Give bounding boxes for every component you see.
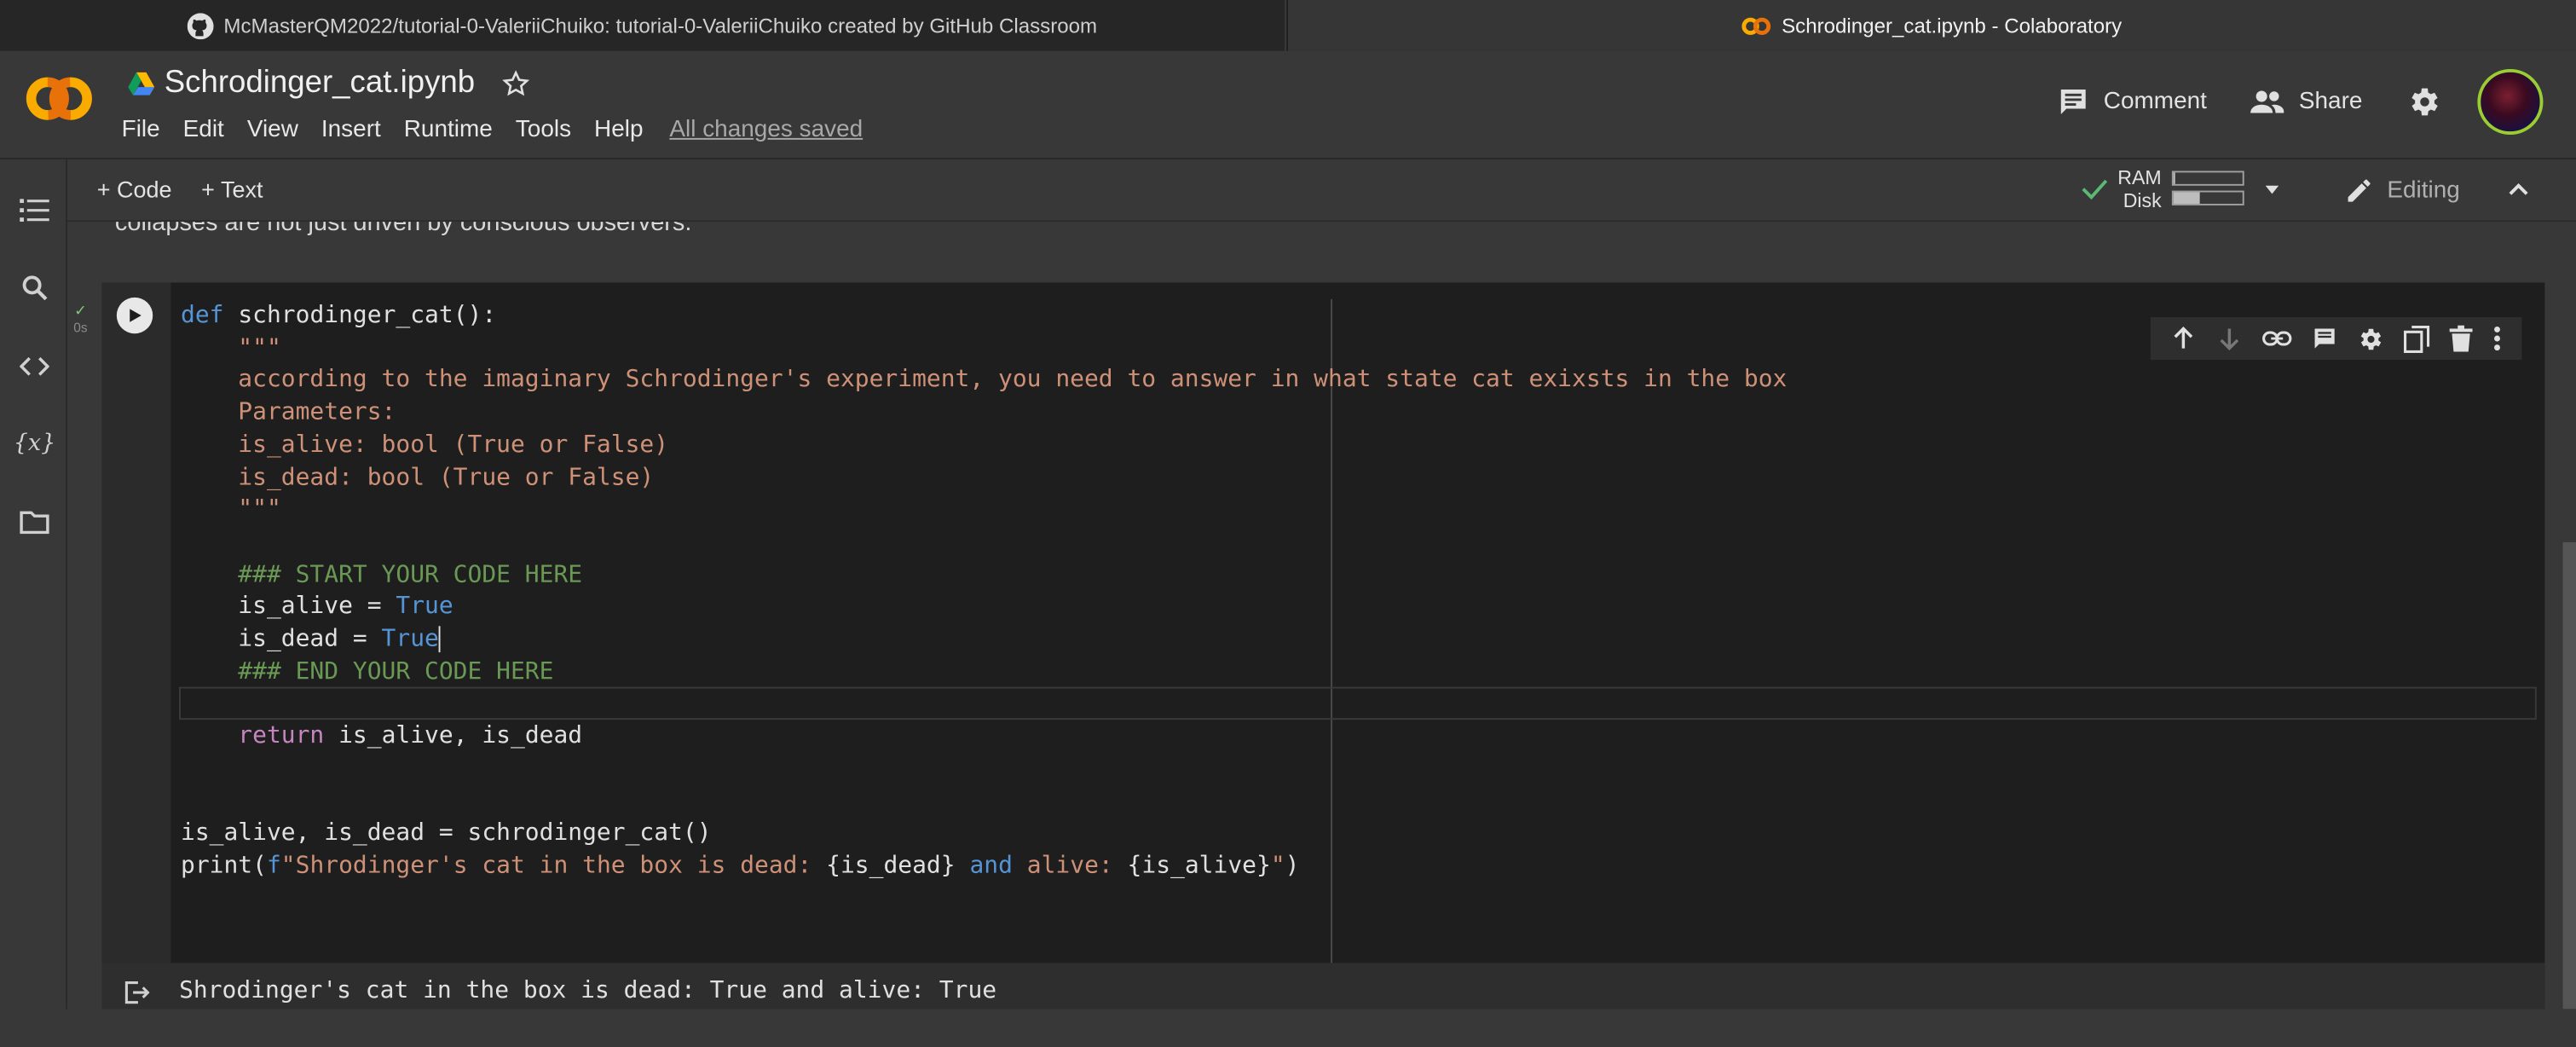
code-line: is_alive, is_dead = schrodinger_cat() [181,820,712,847]
move-up-icon[interactable] [2170,326,2197,352]
disk-usage-bar [2171,190,2244,205]
resources-indicator[interactable]: RAM Disk [2082,166,2283,212]
gear-icon [2411,88,2438,116]
settings-button[interactable] [2406,84,2455,119]
code-line: Parameters: [181,399,396,426]
tab-title: McMasterQM2022/tutorial-0-ValeriiChuiko:… [223,14,1098,38]
link-icon[interactable] [2261,326,2291,352]
run-cell-button[interactable] [116,297,153,334]
google-drive-icon[interactable] [128,72,155,95]
editing-label: Editing [2387,177,2460,204]
menu-runtime[interactable]: Runtime [404,117,493,143]
play-icon [130,309,142,322]
notebook-title[interactable]: Schrodinger_cat.ipynb [165,66,475,101]
chevron-up-icon [2509,183,2528,195]
gear-icon[interactable] [2357,325,2385,353]
notebook-content: collapses are not just driven by conscio… [67,222,2576,1009]
code-line: ### END YOUR CODE HERE [181,658,554,685]
editing-mode-button[interactable]: Editing [2344,176,2460,205]
collapse-header-button[interactable] [2505,176,2532,210]
code-line: return is_alive, is_dead [238,723,583,750]
add-code-button[interactable]: + Code [97,176,172,202]
connected-check-icon [2082,179,2108,200]
output-menu-icon[interactable] [124,980,150,1009]
comment-icon[interactable] [2311,326,2337,352]
dropdown-arrow-icon[interactable] [2260,177,2283,200]
colab-window: McMasterQM2022/tutorial-0-ValeriiChuiko:… [0,0,2576,1009]
code-line: is_alive = True [181,593,453,621]
code-line: according to the imaginary Schrodinger's… [181,367,1788,394]
menu-insert[interactable]: Insert [321,117,381,143]
add-text-button[interactable]: + Text [201,176,263,202]
cell-toolbar [2150,316,2522,361]
comment-icon [2061,90,2087,114]
menu-tools[interactable]: Tools [516,117,571,143]
vertical-scrollbar[interactable] [2562,542,2576,1009]
output-text: Shrodinger's cat in the box is dead: Tru… [179,977,997,1004]
star-icon[interactable] [501,69,531,99]
code-line: ### START YOUR CODE HERE [181,561,583,588]
share-label: Share [2298,89,2363,115]
tab-title: Schrodinger_cat.ipynb - Colaboratory [1782,14,2123,38]
previous-text-cell: collapses are not just driven by conscio… [114,222,692,237]
cell-gutter [101,282,171,963]
code-line: print(f"Shrodinger's cat in the box is d… [181,853,1300,880]
user-avatar[interactable] [2477,68,2544,136]
menu-edit[interactable]: Edit [183,117,224,143]
colab-logo[interactable] [23,74,95,131]
search-icon[interactable] [18,271,51,304]
people-icon [2250,90,2284,113]
menu-bar: File Edit View Insert Runtime Tools Help… [122,117,887,143]
code-line: is_dead: bool (True or False) [181,464,655,491]
browser-tab-colab[interactable]: Schrodinger_cat.ipynb - Colaboratory [1288,0,2576,51]
colab-logo-icon [1742,15,1772,35]
menu-help[interactable]: Help [594,117,643,143]
delete-icon[interactable] [2449,325,2473,352]
browser-tab-bar: McMasterQM2022/tutorial-0-ValeriiChuiko:… [0,0,2576,51]
left-sidebar: {x} [0,159,68,1009]
code-line: """ [181,334,281,362]
code-line: def schrodinger_cat(): [181,302,497,329]
browser-tab-github[interactable]: McMasterQM2022/tutorial-0-ValeriiChuiko:… [0,0,1287,51]
notebook-toolbar: + Code + Text RAM Disk Editing [67,159,2576,223]
disk-label: Disk [2123,188,2162,212]
code-editor[interactable]: def schrodinger_cat(): """ according to … [181,301,1787,884]
code-line: is_alive: bool (True or False) [181,431,669,459]
menu-file[interactable]: File [122,117,160,143]
save-status[interactable]: All changes saved [669,117,863,143]
move-down-icon[interactable] [2216,326,2243,352]
share-button[interactable]: Share [2250,87,2362,117]
files-folder-icon[interactable] [18,506,51,540]
code-cell[interactable]: ✓ 0s def schrodinger_cat(): """ accordin… [73,282,2545,1009]
mirror-cell-icon[interactable] [2404,325,2430,353]
comment-label: Comment [2103,89,2207,115]
execution-time: 0s [73,320,88,336]
menu-view[interactable]: View [247,117,298,143]
table-of-contents-icon[interactable] [18,194,51,227]
success-check-icon: ✓ [74,302,87,319]
code-line: """ [181,496,281,524]
execution-status: ✓ 0s [69,303,92,337]
comment-button[interactable]: Comment [2058,85,2207,119]
colab-header: Schrodinger_cat.ipynb File Edit View Ins… [0,50,2576,159]
cell-output: Shrodinger's cat in the box is dead: Tru… [101,963,2545,1009]
github-icon [188,12,214,39]
code-snippets-icon[interactable] [18,350,51,384]
ram-usage-bar [2171,171,2244,186]
pencil-icon [2348,179,2371,202]
variables-icon[interactable]: {x} [14,427,56,460]
ram-label: RAM [2117,165,2162,189]
code-line: is_dead = True [181,626,441,653]
more-vert-icon[interactable] [2492,326,2503,352]
